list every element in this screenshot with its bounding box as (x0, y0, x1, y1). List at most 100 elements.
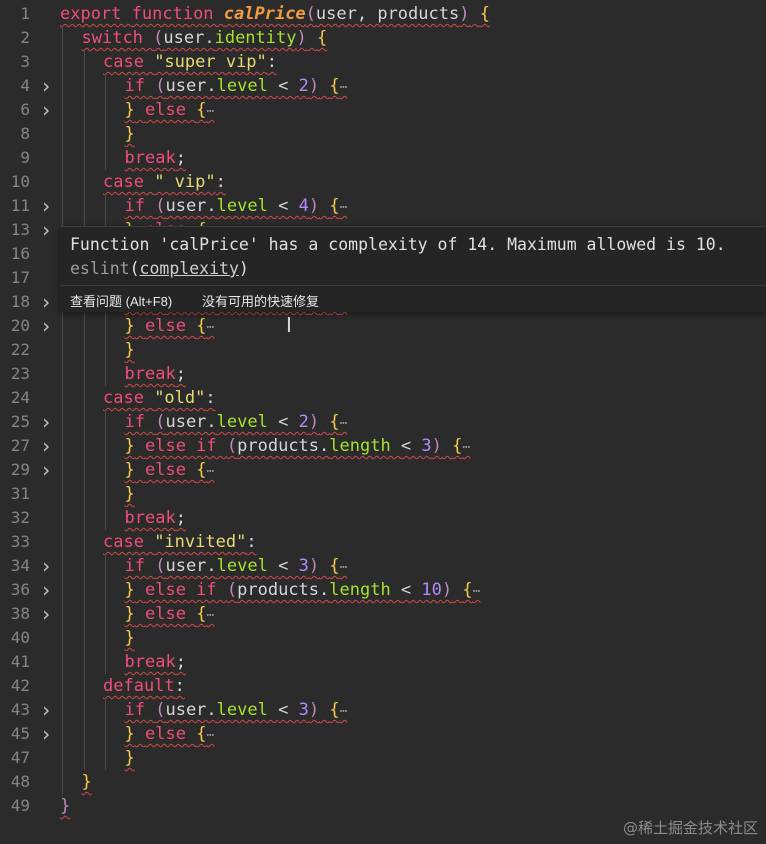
fold-chevron-icon[interactable]: › (39, 554, 53, 578)
code-text[interactable]: case "old": (103, 386, 216, 410)
folded-ellipsis-icon[interactable]: ⋯ (340, 416, 348, 431)
fold-chevron-icon[interactable]: › (39, 314, 53, 338)
fold-chevron-icon[interactable]: › (39, 698, 53, 722)
line-number: 13 (10, 220, 30, 239)
code-text[interactable]: } (125, 122, 135, 146)
code-text[interactable]: } (82, 770, 92, 794)
line-number: 33 (10, 532, 30, 551)
fold-chevron-icon[interactable]: › (39, 578, 53, 602)
code-text[interactable]: case "super vip": (103, 50, 277, 74)
code-text[interactable]: } (125, 626, 135, 650)
folded-ellipsis-icon[interactable]: ⋯ (206, 464, 214, 479)
code-line[interactable]: 34 › if (user.level < 3) {⋯ (0, 554, 766, 578)
folded-ellipsis-icon[interactable]: ⋯ (206, 608, 214, 623)
code-text[interactable]: } else if (products.length < 10) {⋯ (125, 578, 481, 604)
fold-chevron-icon[interactable]: › (39, 290, 53, 314)
code-line[interactable]: 38 ›} else {⋯ (0, 602, 766, 626)
code-text[interactable]: if (user.level < 2) {⋯ (125, 74, 348, 100)
code-text[interactable]: } (125, 338, 135, 362)
code-text[interactable]: case " vip": (103, 170, 226, 194)
code-text[interactable]: default: (103, 674, 185, 698)
folded-ellipsis-icon[interactable]: ⋯ (340, 704, 348, 719)
code-text[interactable]: break; (125, 146, 186, 170)
code-text[interactable]: export function calPrice(user, products)… (60, 2, 490, 26)
fold-chevron-icon[interactable]: › (39, 74, 53, 98)
code-text[interactable]: } (125, 482, 135, 506)
code-text[interactable]: if (user.level < 2) {⋯ (125, 410, 348, 436)
fold-chevron-icon[interactable]: › (39, 218, 53, 242)
folded-ellipsis-icon[interactable]: ⋯ (473, 584, 481, 599)
code-line[interactable]: 40} (0, 626, 766, 650)
code-text[interactable]: } else {⋯ (125, 458, 215, 484)
code-line[interactable]: 42 default: (0, 674, 766, 698)
folded-ellipsis-icon[interactable]: ⋯ (462, 440, 470, 455)
code-token: if (124, 412, 156, 432)
code-line[interactable]: 6 ›} else {⋯ (0, 98, 766, 122)
code-line[interactable]: 33 case "invited": (0, 530, 766, 554)
fold-chevron-icon[interactable]: › (39, 194, 53, 218)
code-line[interactable]: 20 ›} else {⋯ (0, 314, 766, 338)
code-line[interactable]: 3 case "super vip": (0, 50, 766, 74)
code-token: ( (155, 196, 166, 216)
code-text[interactable]: if (user.level < 3) {⋯ (125, 698, 348, 724)
fold-chevron-icon[interactable]: › (39, 98, 53, 122)
folded-ellipsis-icon[interactable]: ⋯ (340, 560, 348, 575)
code-line[interactable]: 4 › if (user.level < 2) {⋯ (0, 74, 766, 98)
code-text[interactable]: break; (125, 506, 186, 530)
fold-chevron-icon[interactable]: › (39, 602, 53, 626)
line-number: 1 (20, 4, 30, 23)
code-text[interactable]: break; (125, 650, 186, 674)
fold-chevron-icon[interactable]: › (39, 410, 53, 434)
code-line[interactable]: 10 case " vip": (0, 170, 766, 194)
code-token: else if (145, 580, 227, 600)
code-text[interactable]: } else {⋯ (125, 314, 215, 340)
code-line[interactable]: 24 case "old": (0, 386, 766, 410)
code-text[interactable]: } (125, 746, 135, 770)
code-line[interactable]: 48} (0, 770, 766, 794)
folded-ellipsis-icon[interactable]: ⋯ (206, 104, 214, 119)
code-line[interactable]: 27 ›} else if (products.length < 3) {⋯ (0, 434, 766, 458)
code-line[interactable]: 32 break; (0, 506, 766, 530)
code-text[interactable]: } else {⋯ (125, 602, 215, 628)
code-line[interactable]: 29 ›} else {⋯ (0, 458, 766, 482)
code-editor[interactable]: 1 export function calPrice(user, products… (0, 0, 766, 844)
code-text[interactable]: } else {⋯ (125, 722, 215, 748)
code-line[interactable]: 8} (0, 122, 766, 146)
folded-ellipsis-icon[interactable]: ⋯ (206, 728, 214, 743)
code-line[interactable]: 43 › if (user.level < 3) {⋯ (0, 698, 766, 722)
code-line[interactable]: 23 break; (0, 362, 766, 386)
code-line[interactable]: 11 › if (user.level < 4) {⋯ (0, 194, 766, 218)
code-text[interactable]: if (user.level < 4) {⋯ (125, 194, 348, 220)
code-line[interactable]: 2 switch (user.identity) { (0, 26, 766, 50)
code-line[interactable]: 1 export function calPrice(user, products… (0, 2, 766, 26)
indent-guide (83, 482, 85, 506)
code-text[interactable]: break; (125, 362, 186, 386)
code-text[interactable]: } else if (products.length < 3) {⋯ (125, 434, 471, 460)
fold-chevron-icon[interactable]: › (39, 722, 53, 746)
folded-ellipsis-icon[interactable]: ⋯ (340, 200, 348, 215)
indent-guide (105, 602, 106, 626)
code-text[interactable]: } (60, 794, 70, 818)
code-line[interactable]: 45 ›} else {⋯ (0, 722, 766, 746)
code-line[interactable]: 41 break; (0, 650, 766, 674)
code-line[interactable]: 36 ›} else if (products.length < 10) {⋯ (0, 578, 766, 602)
code-line[interactable]: 49} (0, 794, 766, 818)
fold-chevron-icon[interactable]: › (39, 458, 53, 482)
code-token: : (246, 532, 257, 552)
view-problem-button[interactable]: 查看问题 (Alt+F8) (70, 291, 172, 310)
folded-ellipsis-icon[interactable]: ⋯ (206, 320, 214, 335)
rule-link[interactable]: complexity (140, 259, 239, 278)
code-text[interactable]: } else {⋯ (125, 98, 215, 124)
code-line[interactable]: 22} (0, 338, 766, 362)
code-text[interactable]: if (user.level < 3) {⋯ (125, 554, 348, 580)
code-line[interactable]: 47} (0, 746, 766, 770)
code-line[interactable]: 9 break; (0, 146, 766, 170)
code-text[interactable]: case "invited": (103, 530, 257, 554)
code-line[interactable]: 31} (0, 482, 766, 506)
fold-chevron-icon[interactable]: › (39, 434, 53, 458)
folded-ellipsis-icon[interactable]: ⋯ (340, 80, 348, 95)
code-line[interactable]: 25 › if (user.level < 2) {⋯ (0, 410, 766, 434)
code-text[interactable]: switch (user.identity) { (82, 26, 328, 50)
